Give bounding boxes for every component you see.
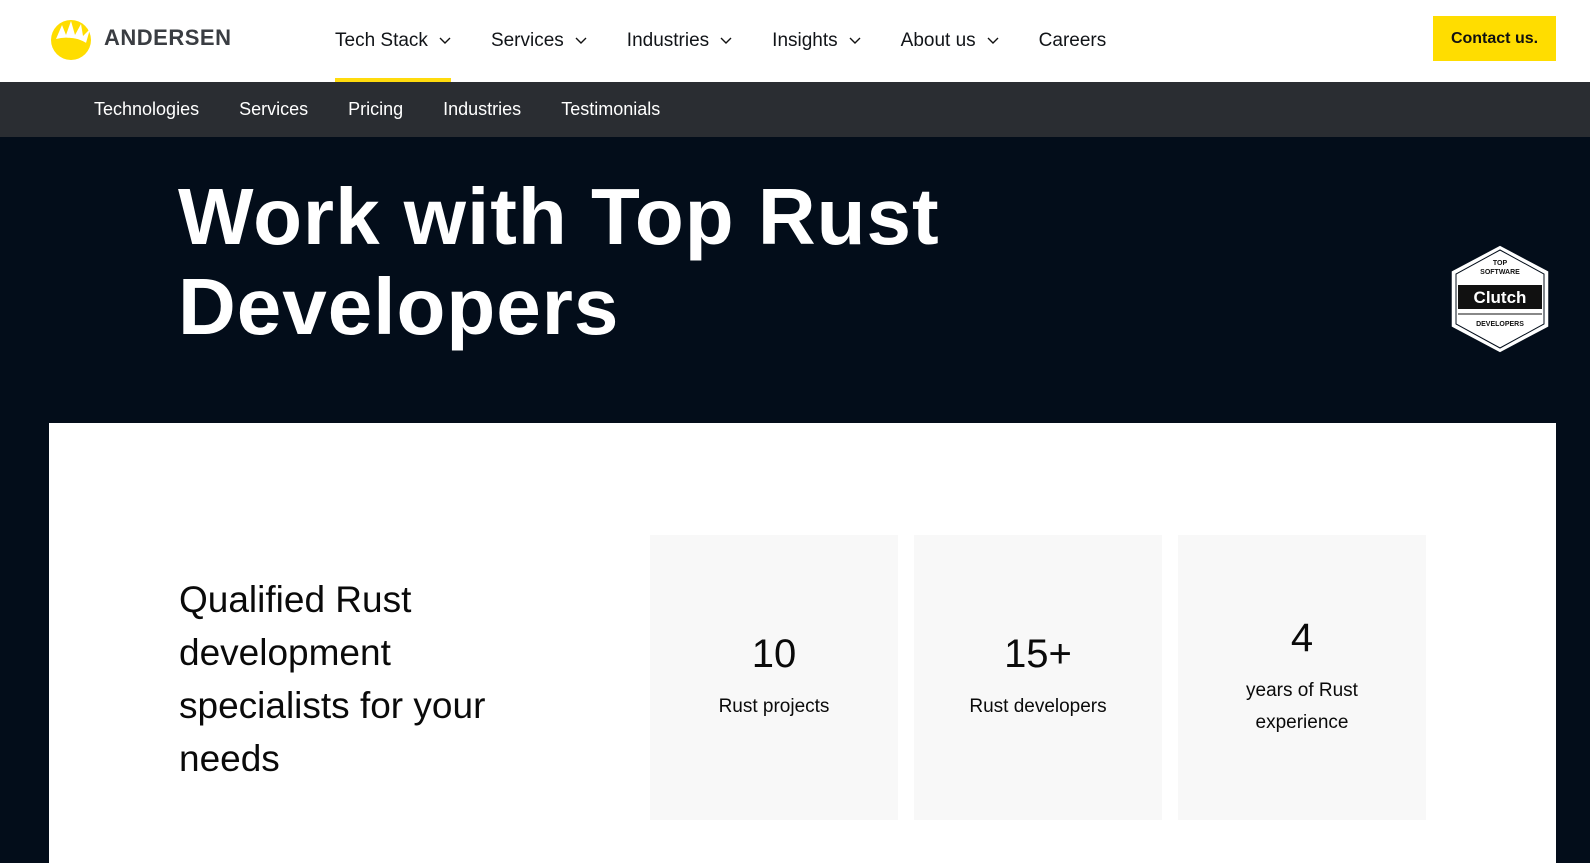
hero-title-line1: Work with Top Rust <box>178 172 940 261</box>
section-subnav: Technologies Services Pricing Industries… <box>0 82 1590 137</box>
nav-label: Insights <box>772 30 838 51</box>
chevron-down-icon <box>720 37 732 44</box>
badge-brand-text: Clutch <box>1474 288 1527 307</box>
andersen-logo[interactable]: ANDERSEN <box>48 15 231 61</box>
stats-heading: Qualified Rust development specialists f… <box>179 579 486 779</box>
hero-title: Work with Top Rust Developers <box>178 172 940 352</box>
chevron-down-icon <box>439 37 451 44</box>
stat-rust-developers: 15+ Rust developers <box>914 535 1162 820</box>
badge-developers-text: DEVELOPERS <box>1476 321 1524 328</box>
subnav-technologies[interactable]: Technologies <box>94 99 199 120</box>
logo-text: ANDERSEN <box>104 25 232 50</box>
main-nav: Tech Stack Services Industries Insights … <box>335 0 1146 82</box>
nav-industries[interactable]: Industries <box>627 0 732 82</box>
stat-value: 10 <box>751 632 797 676</box>
subnav-testimonials[interactable]: Testimonials <box>561 99 660 120</box>
nav-label: Industries <box>626 30 710 51</box>
stat-value: 15+ <box>1004 632 1072 676</box>
subnav-industries[interactable]: Industries <box>443 99 521 120</box>
nav-careers[interactable]: Careers <box>1039 0 1107 82</box>
chevron-down-icon <box>987 37 999 44</box>
stat-label: Rust projects <box>718 696 830 717</box>
nav-label: Services <box>490 30 564 51</box>
clutch-badge[interactable]: TOP SOFTWARE Clutch DEVELOPERS <box>1447 243 1553 355</box>
badge-software-text: SOFTWARE <box>1480 269 1520 276</box>
nav-about-us[interactable]: About us <box>901 0 999 82</box>
badge-top-text: TOP <box>1493 260 1508 267</box>
subnav-services[interactable]: Services <box>239 99 308 120</box>
stats-card: Qualified Rust development specialists f… <box>49 423 1556 863</box>
stat-label: years of Rust experience <box>1246 680 1358 733</box>
nav-label: About us <box>900 30 976 51</box>
hero-title-line2: Developers <box>178 262 620 351</box>
stat-rust-projects: 10 Rust projects <box>650 535 898 820</box>
subnav-pricing[interactable]: Pricing <box>348 99 403 120</box>
nav-services[interactable]: Services <box>491 0 587 82</box>
nav-label: Careers <box>1038 30 1107 51</box>
top-navigation-bar: ANDERSEN Tech Stack Services Industries … <box>0 0 1590 82</box>
stat-label: Rust developers <box>969 696 1107 717</box>
nav-label: Tech Stack <box>335 30 428 51</box>
stat-value: 4 <box>1290 616 1314 660</box>
andersen-logo-icon <box>51 20 91 60</box>
chevron-down-icon <box>575 37 587 44</box>
nav-tech-stack[interactable]: Tech Stack <box>335 0 451 82</box>
contact-us-button[interactable]: Contact us. <box>1433 16 1556 61</box>
chevron-down-icon <box>849 37 861 44</box>
nav-insights[interactable]: Insights <box>772 0 861 82</box>
stat-years-experience: 4 years of Rust experience <box>1178 535 1426 820</box>
